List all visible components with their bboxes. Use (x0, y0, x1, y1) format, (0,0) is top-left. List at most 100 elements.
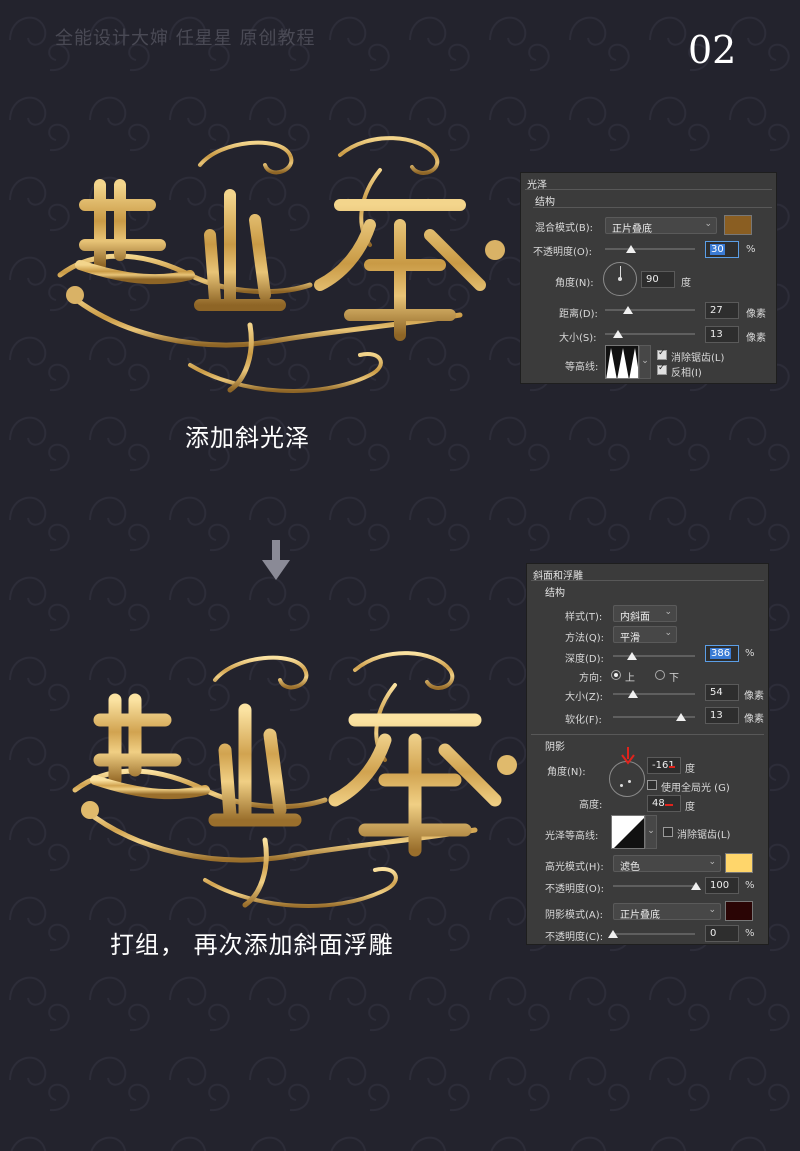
bevel-emboss-panel: 斜面和浮雕 结构 样式(T): 内斜面 ⌄ 方法(Q): 平滑 ⌄ 深度(D):… (526, 563, 769, 945)
satin-size-unit: 像素 (746, 333, 766, 344)
chevron-down-icon: ⌄ (708, 857, 716, 867)
bevel-direction-up-radio[interactable] (611, 670, 621, 680)
bevel-size-label: 大小(Z): (565, 692, 604, 703)
bevel-style-label: 样式(T): (565, 612, 603, 623)
bevel-altitude-input[interactable]: 48 (647, 795, 681, 812)
bevel-shadow-opacity-label: 不透明度(C): (545, 932, 604, 943)
satin-opacity-input[interactable]: 30 (705, 241, 739, 258)
bevel-highlight-opacity-value: 100 (710, 880, 730, 891)
satin-angle-input[interactable]: 90 (641, 271, 675, 288)
divider (531, 580, 764, 581)
bevel-shadow-opacity-slider[interactable] (613, 933, 695, 935)
bevel-highlight-opacity-slider[interactable] (613, 885, 695, 887)
satin-angle-unit: 度 (681, 278, 691, 289)
satin-blend-mode-select[interactable]: 正片叠底 ⌄ (605, 217, 717, 235)
calligraphy-logo-bevel (72, 651, 517, 909)
satin-angle-value: 90 (646, 274, 659, 285)
bevel-altitude-value: 48 (652, 798, 665, 809)
bevel-highlight-mode-select[interactable]: 滤色 ⌄ (613, 855, 721, 873)
bevel-highlight-opacity-label: 不透明度(O): (545, 884, 605, 895)
satin-size-slider-knob[interactable] (613, 330, 623, 338)
bevel-angle-unit: 度 (685, 764, 695, 775)
bevel-gloss-contour-preview[interactable] (611, 815, 645, 849)
satin-size-label: 大小(S): (559, 333, 597, 344)
bevel-technique-label: 方法(Q): (565, 633, 605, 644)
bevel-style-value: 内斜面 (620, 612, 650, 623)
chevron-down-icon: ⌄ (664, 628, 672, 638)
satin-distance-input[interactable]: 27 (705, 302, 739, 319)
bevel-depth-value: 386 (710, 648, 732, 659)
bevel-highlight-opacity-input[interactable]: 100 (705, 877, 739, 894)
bevel-angle-label: 角度(N): (547, 767, 586, 778)
bevel-depth-input[interactable]: 386 (705, 645, 739, 662)
satin-distance-slider[interactable] (605, 309, 695, 311)
bevel-global-light-label: 使用全局光 (G) (661, 783, 730, 794)
bevel-shadow-opacity-unit: % (745, 928, 755, 939)
bevel-highlight-mode-label: 高光模式(H): (545, 862, 604, 873)
bevel-size-slider-knob[interactable] (628, 690, 638, 698)
satin-size-value: 13 (710, 329, 723, 340)
satin-opacity-unit: % (746, 244, 756, 255)
satin-contour-preview[interactable] (605, 345, 639, 379)
satin-distance-value: 27 (710, 305, 723, 316)
watermark-text: 全能设计大婶 任星星 原创教程 (55, 28, 316, 49)
satin-distance-label: 距离(D): (559, 309, 598, 320)
bevel-global-light-checkbox[interactable] (647, 780, 657, 790)
page-number: 02 (688, 28, 737, 72)
bevel-direction-down-radio[interactable] (655, 670, 665, 680)
bevel-antialias-checkbox[interactable] (663, 827, 673, 837)
bevel-size-input[interactable]: 54 (705, 684, 739, 701)
bevel-depth-slider[interactable] (613, 655, 695, 657)
bevel-shading-label: 阴影 (545, 742, 565, 753)
bevel-technique-select[interactable]: 平滑 ⌄ (613, 626, 677, 644)
satin-distance-slider-knob[interactable] (623, 306, 633, 314)
divider (525, 189, 772, 190)
bevel-size-value: 54 (710, 687, 723, 698)
bevel-highlight-opacity-unit: % (745, 880, 755, 891)
satin-size-input[interactable]: 13 (705, 326, 739, 343)
bevel-size-unit: 像素 (744, 691, 764, 702)
satin-antialias-label: 消除锯齿(L) (671, 353, 725, 364)
bevel-depth-unit: % (745, 648, 755, 659)
bevel-shadow-opacity-value: 0 (710, 928, 717, 939)
satin-opacity-slider[interactable] (605, 248, 695, 250)
satin-opacity-slider-knob[interactable] (626, 245, 636, 253)
bevel-size-slider[interactable] (613, 693, 695, 695)
bevel-depth-label: 深度(D): (565, 654, 604, 665)
satin-invert-checkbox[interactable] (657, 363, 667, 375)
satin-angle-label: 角度(N): (555, 278, 594, 289)
bevel-shadow-mode-value: 正片叠底 (620, 910, 660, 921)
bevel-soften-input[interactable]: 13 (705, 707, 739, 724)
bevel-altitude-unit: 度 (685, 802, 695, 813)
caption-step-2: 打组， 再次添加斜面浮雕 (110, 931, 394, 959)
bevel-direction-label: 方向: (579, 673, 603, 684)
satin-section-label: 结构 (535, 197, 555, 208)
bevel-shadow-color-swatch[interactable] (725, 901, 753, 921)
bevel-gloss-contour-dropdown[interactable]: ⌄ (645, 815, 657, 849)
bevel-direction-down-label: 下 (669, 673, 679, 684)
bevel-shadow-opacity-input[interactable]: 0 (705, 925, 739, 942)
arrow-down-icon (262, 540, 290, 580)
bevel-depth-slider-knob[interactable] (627, 652, 637, 660)
bevel-technique-value: 平滑 (620, 633, 640, 644)
bevel-soften-value: 13 (710, 710, 723, 721)
bevel-shadow-mode-label: 阴影模式(A): (545, 910, 604, 921)
satin-angle-dial[interactable] (603, 262, 637, 296)
satin-color-swatch[interactable] (724, 215, 752, 235)
satin-distance-unit: 像素 (746, 309, 766, 320)
caption-step-1: 添加斜光泽 (185, 424, 310, 452)
satin-contour-dropdown[interactable]: ⌄ (639, 345, 651, 379)
satin-panel: 光泽 结构 混合模式(B): 正片叠底 ⌄ 不透明度(O): 30 % 角度(N… (520, 172, 777, 384)
satin-antialias-checkbox[interactable] (657, 348, 667, 360)
bevel-angle-input[interactable]: -161 (647, 757, 681, 774)
bevel-structure-label: 结构 (545, 588, 565, 599)
satin-invert-label: 反相(I) (671, 368, 702, 379)
bevel-highlight-color-swatch[interactable] (725, 853, 753, 873)
satin-blend-mode-label: 混合模式(B): (535, 223, 594, 234)
bevel-shadow-opacity-slider-knob[interactable] (608, 930, 618, 938)
bevel-highlight-opacity-slider-knob[interactable] (691, 882, 701, 890)
bevel-style-select[interactable]: 内斜面 ⌄ (613, 605, 677, 623)
bevel-soften-slider-knob[interactable] (676, 713, 686, 721)
divider (531, 734, 764, 735)
bevel-shadow-mode-select[interactable]: 正片叠底 ⌄ (613, 903, 721, 921)
